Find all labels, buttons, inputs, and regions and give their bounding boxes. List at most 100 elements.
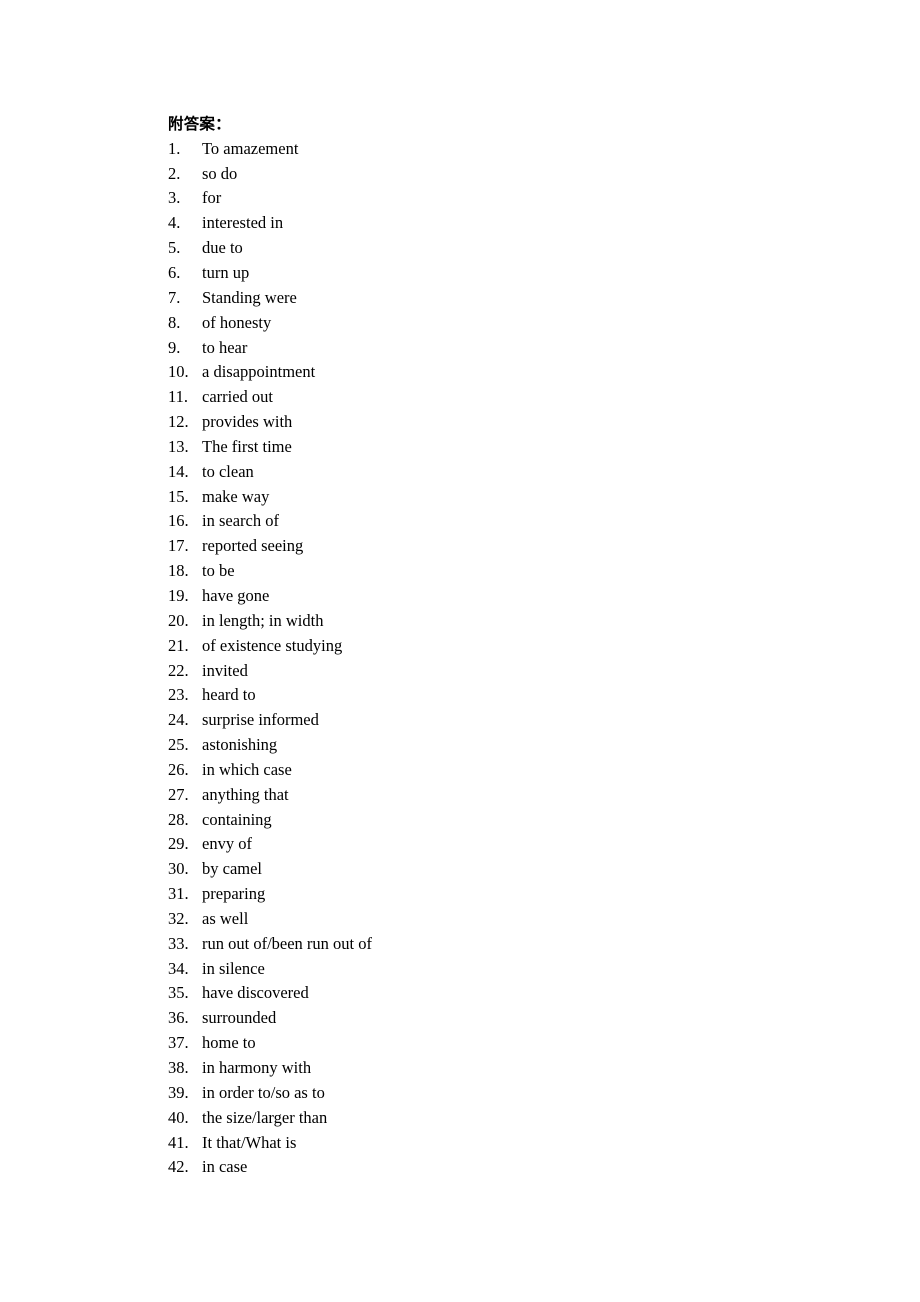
list-item-number: 19. xyxy=(168,585,189,605)
list-item: 7. Standing were xyxy=(168,286,828,311)
list-item-number: 24. xyxy=(168,710,189,730)
list-item: 41. It that/What is xyxy=(168,1131,828,1156)
document-page: 附答案： 1. To amazement 2. so do 3. for 4. interes… xyxy=(0,0,920,1302)
list-item-number: 27. xyxy=(168,784,189,804)
list-item: 25. astonishing xyxy=(168,733,828,758)
list-item: 1. To amazement xyxy=(168,137,828,162)
list-item-text: in harmony with xyxy=(202,1058,312,1078)
list-item-number: 33. xyxy=(168,933,189,953)
list-item: 9. to hear xyxy=(168,336,828,361)
list-item-text: due to xyxy=(202,238,243,258)
answer-key-list: 1. To amazement 2. so do 3. for 4. interested i… xyxy=(168,137,828,1180)
list-item-text: of existence studying xyxy=(202,635,343,655)
list-item-text: invited xyxy=(202,660,248,680)
list-item-number: 7. xyxy=(168,287,181,307)
list-item-text: in length; in width xyxy=(202,610,324,630)
list-item-text: home to xyxy=(202,1033,256,1053)
list-item: 21. of existence studying xyxy=(168,634,828,659)
list-item-number: 10. xyxy=(168,362,189,382)
list-item: 31. preparing xyxy=(168,882,828,907)
list-item-text: in order to/so as to xyxy=(202,1082,325,1102)
list-item-text: in search of xyxy=(202,511,279,531)
list-item: 4. interested in xyxy=(168,211,828,236)
list-item-text: in silence xyxy=(202,958,265,978)
list-item: 15. make way xyxy=(168,485,828,510)
list-item-text: It that/What is xyxy=(202,1132,297,1152)
list-item: 38. in harmony with xyxy=(168,1056,828,1081)
list-item: 3. for xyxy=(168,186,828,211)
list-item-number: 34. xyxy=(168,958,189,978)
list-item-text: to hear xyxy=(202,337,248,357)
list-item-number: 18. xyxy=(168,561,189,581)
list-item: 8. of honesty xyxy=(168,311,828,336)
list-item-text: To amazement xyxy=(202,138,299,158)
list-item-text: to clean xyxy=(202,461,254,481)
list-item-number: 36. xyxy=(168,1008,189,1028)
list-item-number: 15. xyxy=(168,486,189,506)
list-item: 36. surrounded xyxy=(168,1006,828,1031)
list-item: 13. The first time xyxy=(168,435,828,460)
list-item-number: 12. xyxy=(168,412,189,432)
list-item-number: 39. xyxy=(168,1082,189,1102)
list-item-number: 28. xyxy=(168,809,189,829)
list-item-text: turn up xyxy=(202,263,250,283)
list-item-text: in which case xyxy=(202,759,292,779)
list-item-number: 4. xyxy=(168,213,181,233)
list-item-number: 31. xyxy=(168,884,189,904)
list-item: 6. turn up xyxy=(168,261,828,286)
list-item-text: a disappointment xyxy=(202,362,316,382)
list-item: 26. in which case xyxy=(168,758,828,783)
list-item: 22. invited xyxy=(168,659,828,684)
list-item: 29. envy of xyxy=(168,832,828,857)
list-item: 19. have gone xyxy=(168,584,828,609)
list-item-text: surprise informed xyxy=(202,710,319,730)
page-title: 附答案： xyxy=(168,115,231,133)
list-item: 39. in order to/so as to xyxy=(168,1081,828,1106)
list-item-text: the size/larger than xyxy=(202,1107,328,1127)
list-item: 33. run out of/been run out of xyxy=(168,932,828,957)
list-item-number: 21. xyxy=(168,635,189,655)
list-item: 32. as well xyxy=(168,907,828,932)
list-item-text: astonishing xyxy=(202,735,278,755)
list-item: 30. by camel xyxy=(168,857,828,882)
list-item-number: 8. xyxy=(168,312,181,332)
list-item-number: 32. xyxy=(168,908,189,928)
list-item-number: 17. xyxy=(168,536,189,556)
list-item-text: provides with xyxy=(202,412,293,432)
list-item-text: have discovered xyxy=(202,983,309,1003)
list-item: 10. a disappointment xyxy=(168,360,828,385)
list-item-number: 29. xyxy=(168,834,189,854)
list-item: 16. in search of xyxy=(168,509,828,534)
list-item-text: for xyxy=(202,188,222,208)
list-item: 24. surprise informed xyxy=(168,708,828,733)
list-item-text: anything that xyxy=(202,784,289,804)
list-item-number: 6. xyxy=(168,263,181,283)
list-item-number: 42. xyxy=(168,1157,189,1177)
list-item-text: have gone xyxy=(202,585,270,605)
list-item-number: 20. xyxy=(168,610,189,630)
list-item-number: 5. xyxy=(168,238,181,258)
list-item: 40. the size/larger than xyxy=(168,1106,828,1131)
list-item-number: 16. xyxy=(168,511,189,531)
list-item-text: carried out xyxy=(202,387,274,407)
list-item-number: 2. xyxy=(168,163,181,183)
list-item: 14. to clean xyxy=(168,460,828,485)
list-item-text: by camel xyxy=(202,859,263,879)
list-item: 20. in length; in width xyxy=(168,609,828,634)
list-item-number: 11. xyxy=(168,387,189,407)
list-item: 12. provides with xyxy=(168,410,828,435)
list-item-number: 3. xyxy=(168,188,181,208)
list-item-text: preparing xyxy=(202,884,266,904)
list-item-text: so do xyxy=(202,163,238,183)
list-item-number: 1. xyxy=(168,138,181,158)
list-item-number: 9. xyxy=(168,337,181,357)
list-item-number: 35. xyxy=(168,983,189,1003)
list-item-text: reported seeing xyxy=(202,536,304,556)
list-item-text: containing xyxy=(202,809,272,829)
list-item-text: of honesty xyxy=(202,312,272,332)
list-item-text: to be xyxy=(202,561,235,581)
list-item-number: 37. xyxy=(168,1033,189,1053)
list-item-text: The first time xyxy=(202,436,292,456)
list-item: 37. home to xyxy=(168,1031,828,1056)
list-item: 11. carried out xyxy=(168,385,828,410)
